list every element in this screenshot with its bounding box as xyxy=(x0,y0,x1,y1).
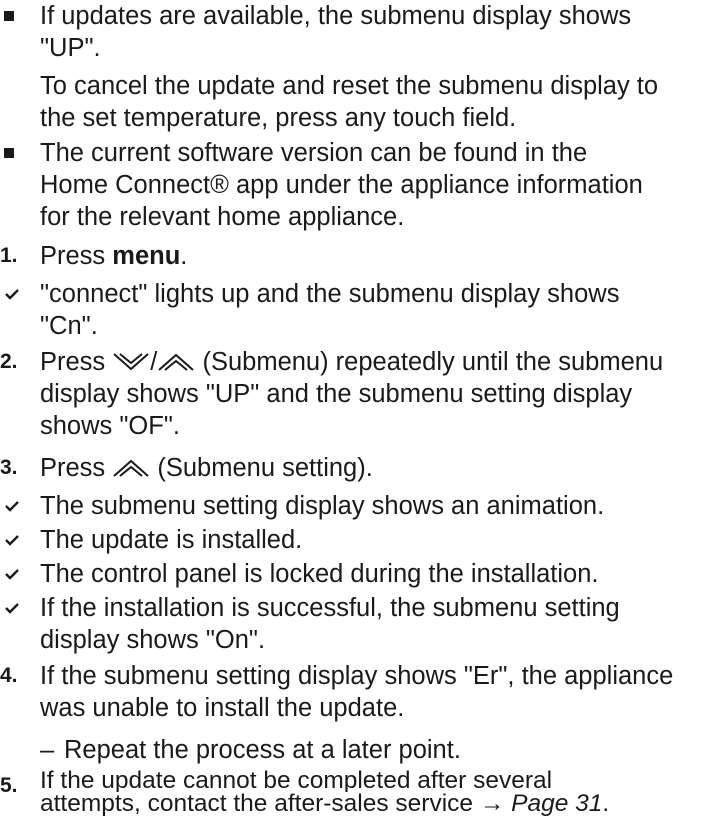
chevron-down-icon xyxy=(113,353,149,371)
step-number: 1. xyxy=(0,244,18,267)
step-number: 3. xyxy=(0,456,18,479)
instruction-page: If updates are available, the submenu di… xyxy=(0,0,701,818)
bullet-line: Home Connect® app under the appliance in… xyxy=(40,171,643,199)
square-bullet-icon xyxy=(4,148,14,158)
check-icon xyxy=(5,569,19,580)
chevron-up-icon xyxy=(158,353,195,371)
bullet-line: The current software version can be foun… xyxy=(40,139,588,167)
note-line: To cancel the update and reset the subme… xyxy=(40,72,659,100)
step-number: 4. xyxy=(0,664,18,687)
check-icon xyxy=(5,289,19,300)
note-line: the set temperature, press any touch fie… xyxy=(40,104,517,132)
square-bullet-icon xyxy=(4,11,14,21)
bullet-line: If updates are available, the submenu di… xyxy=(40,2,632,30)
bullet-line: for the relevant home appliance. xyxy=(40,203,405,231)
bullet-line: "UP". xyxy=(40,34,101,62)
page-link[interactable]: Page 31 xyxy=(511,792,602,816)
dash-marker: – xyxy=(40,736,55,764)
chevron-up-icon xyxy=(113,459,149,477)
step-number: 2. xyxy=(0,350,18,373)
menu-keyword: menu xyxy=(112,242,181,270)
check-icon xyxy=(5,535,19,546)
step-number: 5. xyxy=(0,774,18,797)
check-icon xyxy=(5,501,19,512)
check-icon xyxy=(5,603,19,614)
